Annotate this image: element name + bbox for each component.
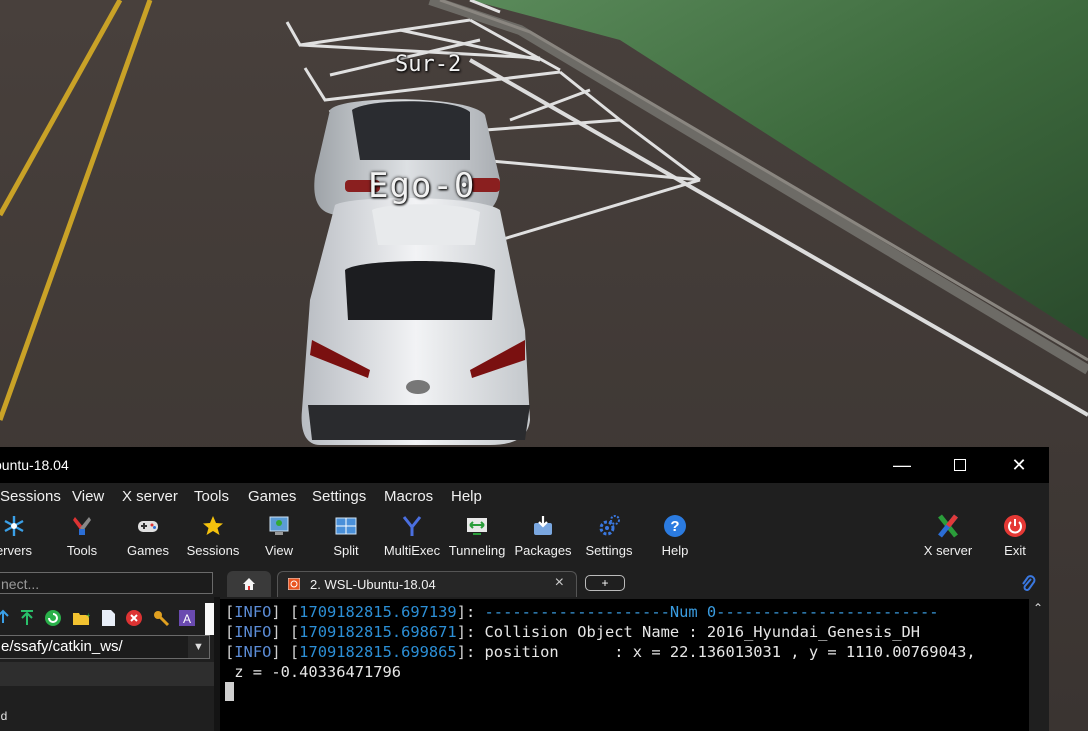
svg-text:+: + [86, 611, 90, 620]
terminal-app-window: buntu-18.04 — ✕ Sessions View X server T… [0, 447, 1049, 731]
chevron-up-icon[interactable]: ⌃ [1033, 601, 1043, 615]
star-icon [203, 516, 223, 535]
menu-macros[interactable]: Macros [384, 488, 433, 505]
x-server-button[interactable]: X server [912, 511, 984, 569]
tab-label: 2. WSL-Ubuntu-18.04 [310, 577, 436, 592]
maximize-button[interactable] [930, 447, 990, 483]
path-field[interactable]: e/ssafy/catkin_ws/ [0, 635, 210, 659]
quick-connect-input[interactable]: nect... [0, 572, 213, 594]
power-icon [1004, 515, 1026, 537]
multiexec-icon [402, 516, 422, 536]
ego-vehicle-label: Ego-0 [368, 166, 476, 206]
menu-settings[interactable]: Settings [312, 488, 366, 505]
window-title: buntu-18.04 [0, 457, 69, 473]
sidebar-scrollbar[interactable] [205, 603, 214, 635]
file-tree-item[interactable]: ld [0, 709, 7, 723]
terminal-line: [INFO] [1709182815.698671]: Collision Ob… [225, 623, 921, 641]
tab-close-icon[interactable]: × [555, 574, 564, 592]
servers-button[interactable]: ervers [0, 511, 50, 569]
menu-view[interactable]: View [72, 488, 104, 505]
refresh-icon[interactable] [44, 609, 62, 627]
menu-games[interactable]: Games [248, 488, 296, 505]
tunneling-icon [467, 518, 487, 535]
terminal-cursor [225, 682, 234, 701]
packages-icon [534, 516, 552, 535]
tunneling-button[interactable]: Tunneling [441, 511, 513, 569]
chevron-down-icon[interactable]: ▼ [188, 636, 209, 658]
svg-text:A: A [183, 612, 191, 626]
split-button[interactable]: Split [310, 511, 382, 569]
gamepad-icon [138, 521, 158, 532]
menu-tools[interactable]: Tools [194, 488, 229, 505]
menu-sessions[interactable]: Sessions [0, 488, 61, 505]
xserver-icon [938, 514, 958, 538]
text-editor-icon[interactable]: A [178, 609, 196, 627]
minimize-button[interactable]: — [872, 447, 932, 483]
new-tab-button[interactable]: + [585, 575, 625, 591]
sidebar-toolbar: + A [0, 607, 214, 631]
file-tree-row[interactable] [0, 662, 214, 686]
svg-text:?: ? [670, 518, 679, 535]
terminal-output[interactable]: [INFO] [1709182815.697139]: ------------… [220, 599, 1029, 731]
tools-button[interactable]: Tools [46, 511, 118, 569]
maximize-icon [954, 459, 966, 471]
new-folder-icon[interactable]: + [72, 609, 90, 627]
surrounding-vehicle-label: Sur-2 [395, 52, 462, 77]
servers-icon [4, 516, 24, 536]
tab-home[interactable] [227, 571, 271, 597]
attachment-icon[interactable] [1020, 573, 1036, 593]
view-icon [269, 516, 289, 535]
exit-button[interactable]: Exit [979, 511, 1051, 569]
tab-wsl-ubuntu[interactable]: 2. WSL-Ubuntu-18.04 × [277, 571, 577, 597]
view-button[interactable]: View [243, 511, 315, 569]
tools-icon [73, 517, 91, 535]
games-button[interactable]: Games [112, 511, 184, 569]
close-button[interactable]: ✕ [989, 447, 1049, 483]
upload-arrow-icon[interactable] [18, 609, 36, 627]
settings-button[interactable]: Settings [573, 511, 645, 569]
home-icon [243, 578, 255, 590]
toolbar: ervers Tools Games Sessions View Split M… [0, 511, 1049, 569]
delete-icon[interactable] [125, 609, 143, 627]
split-icon [335, 517, 357, 535]
tab-bar: 2. WSL-Ubuntu-18.04 × + [215, 569, 1049, 597]
close-icon: ✕ [1011, 454, 1027, 475]
menu-help[interactable]: Help [451, 488, 482, 505]
upload-icon[interactable] [0, 609, 12, 627]
multiexec-button[interactable]: MultiExec [376, 511, 448, 569]
packages-button[interactable]: Packages [507, 511, 579, 569]
menu-x-server[interactable]: X server [122, 488, 178, 505]
key-icon[interactable] [152, 609, 170, 627]
terminal-tab-icon [288, 578, 300, 590]
menu-bar: Sessions View X server Tools Games Setti… [0, 483, 1049, 511]
terminal-line: [INFO] [1709182815.699865]: position : x… [225, 643, 976, 661]
settings-icon [599, 515, 620, 536]
minimize-icon: — [893, 454, 911, 475]
terminal-line: [INFO] [1709182815.697139]: ------------… [225, 603, 939, 621]
help-icon: ? [664, 515, 686, 537]
help-button[interactable]: ? Help [639, 511, 711, 569]
title-bar[interactable]: buntu-18.04 — ✕ [0, 447, 1049, 483]
terminal-scrollbar[interactable]: ⌃ [1029, 599, 1049, 731]
new-file-icon[interactable] [99, 609, 117, 627]
terminal-line: z = -0.40336471796 [225, 663, 402, 681]
sessions-button[interactable]: Sessions [177, 511, 249, 569]
